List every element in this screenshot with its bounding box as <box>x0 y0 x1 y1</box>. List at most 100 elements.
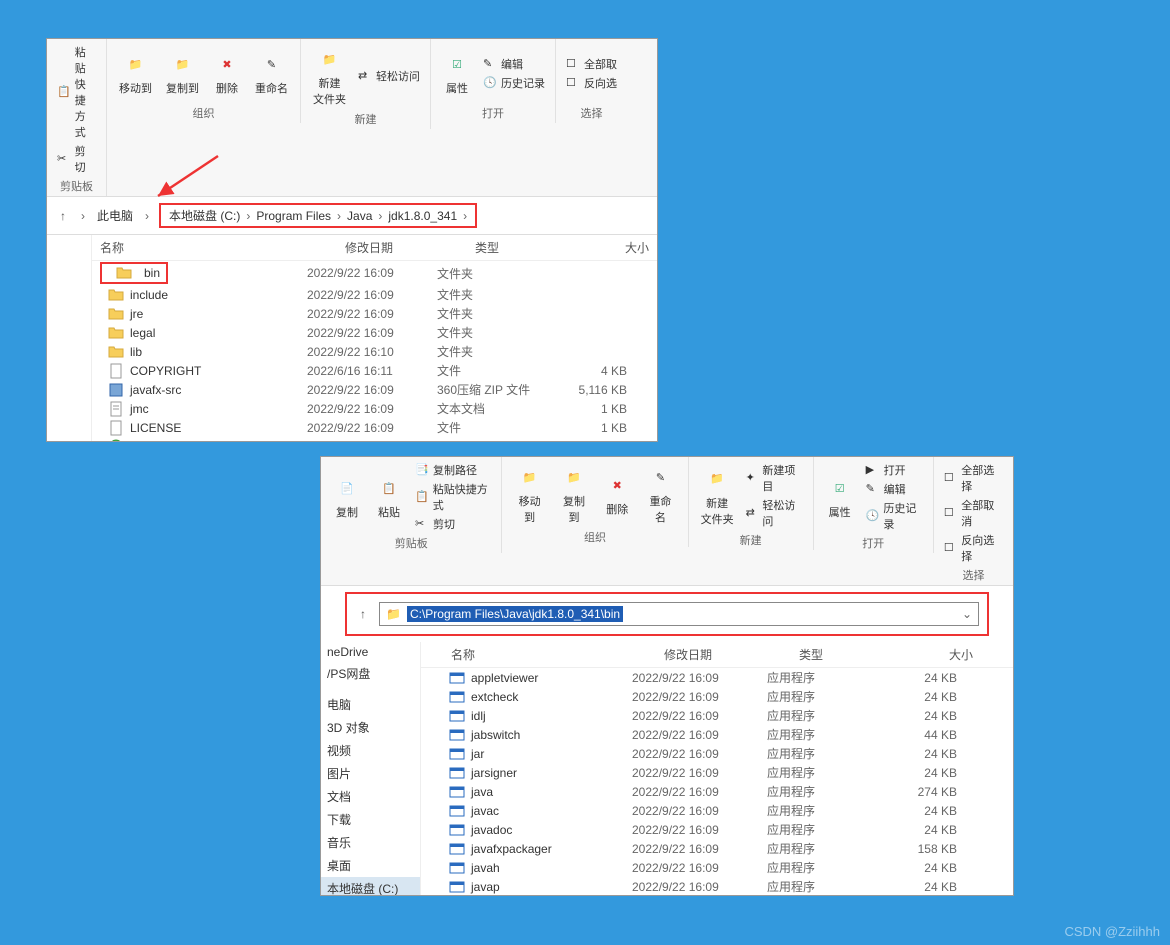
select-all-button[interactable]: ☐全部选择 <box>942 461 1005 495</box>
deselect-all-button[interactable]: ☐全部取消 <box>942 496 1005 530</box>
rename-button[interactable]: ✎重命名 <box>641 461 679 527</box>
file-row[interactable]: javap2022/9/22 16:09应用程序24 KB <box>421 877 1013 896</box>
paste-button[interactable]: 📋粘贴 <box>371 472 407 522</box>
breadcrumb-java[interactable]: Java <box>345 209 374 223</box>
up-arrow-icon[interactable]: ↑ <box>55 208 71 224</box>
col-date-header[interactable]: 修改日期 <box>337 239 467 256</box>
open-button[interactable]: ▶打开 <box>864 461 925 479</box>
delete-button[interactable]: ✖删除 <box>599 469 635 519</box>
file-row[interactable]: lib2022/9/22 16:10文件夹 <box>92 342 657 361</box>
nav-pictures[interactable]: 图片 <box>321 762 420 785</box>
file-row[interactable]: idlj2022/9/22 16:09应用程序24 KB <box>421 706 1013 725</box>
nav-video[interactable]: 视频 <box>321 739 420 762</box>
select-group-label: 选择 <box>564 105 619 121</box>
file-row[interactable]: COPYRIGHT2022/6/16 16:11文件4 KB <box>92 361 657 380</box>
paste-label: 粘贴 <box>378 504 400 520</box>
nav-wps[interactable]: /PS网盘 <box>321 662 420 685</box>
up-arrow-icon[interactable]: ↑ <box>355 606 371 622</box>
breadcrumb-jdk[interactable]: jdk1.8.0_341 <box>386 209 459 223</box>
nav-downloads[interactable]: 下载 <box>321 808 420 831</box>
history-button[interactable]: 🕓历史记录 <box>481 74 547 92</box>
paste-shortcut-button[interactable]: 📋粘贴快捷方式 <box>413 480 493 514</box>
file-row[interactable]: include2022/9/22 16:09文件夹 <box>92 285 657 304</box>
address-input[interactable]: 📁 C:\Program Files\Java\jdk1.8.0_341\bin… <box>379 602 979 626</box>
breadcrumb-pf[interactable]: Program Files <box>254 209 333 223</box>
clipboard-group-label: 剪贴板 <box>329 535 493 551</box>
address-bar: ↑ › 此电脑 › 本地磁盘 (C:) › Program Files › Ja… <box>47 197 657 235</box>
new-folder-button[interactable]: 📁新建 文件夹 <box>697 463 738 529</box>
nav-drive-c[interactable]: 本地磁盘 (C:) <box>321 877 420 896</box>
breadcrumb-drive[interactable]: 本地磁盘 (C:) <box>167 207 242 224</box>
move-to-button[interactable]: 📁移动到 <box>115 48 156 98</box>
file-row[interactable]: appletviewer2022/9/22 16:09应用程序24 KB <box>421 668 1013 687</box>
copy-label: 复制 <box>336 504 358 520</box>
move-to-button[interactable]: 📁移动到 <box>510 461 548 527</box>
edit-button[interactable]: ✎编辑 <box>481 55 547 73</box>
file-row[interactable]: bin2022/9/22 16:09文件夹 <box>92 261 657 285</box>
invert-sel-button[interactable]: ☐反向选择 <box>942 531 1005 565</box>
nav-pc[interactable]: 电脑 <box>321 693 420 716</box>
col-name-header[interactable]: 名称 <box>92 239 337 256</box>
copy-to-button[interactable]: 📁复制到 <box>555 461 593 527</box>
breadcrumb-pc[interactable]: 此电脑 <box>95 207 135 224</box>
copy-path-button[interactable]: 📑复制路径 <box>413 461 493 479</box>
easy-access-button[interactable]: ⇄轻松访问 <box>356 67 422 85</box>
file-row[interactable]: README2022/9/22 16:09360 se HTML Do...1 … <box>92 437 657 442</box>
file-row[interactable]: javafxpackager2022/9/22 16:09应用程序158 KB <box>421 839 1013 858</box>
file-row[interactable]: javadoc2022/9/22 16:09应用程序24 KB <box>421 820 1013 839</box>
nav-3d[interactable]: 3D 对象 <box>321 716 420 739</box>
file-row[interactable]: java2022/9/22 16:09应用程序274 KB <box>421 782 1013 801</box>
col-size-header[interactable]: 大小 <box>587 239 657 256</box>
file-row[interactable]: jabswitch2022/9/22 16:09应用程序44 KB <box>421 725 1013 744</box>
col-date-header[interactable]: 修改日期 <box>656 646 791 663</box>
chevron-down-icon[interactable]: ⌄ <box>962 607 972 621</box>
explorer-window-2: 📄复制 📋粘贴 📑复制路径 📋粘贴快捷方式 ✂剪切 剪贴板 📁移动到 📁复制到 … <box>320 456 1014 896</box>
file-row[interactable]: jmc2022/9/22 16:09文本文档1 KB <box>92 399 657 418</box>
history-button[interactable]: 🕓历史记录 <box>864 499 925 533</box>
copy-to-label: 复制到 <box>166 80 199 96</box>
new-item-button[interactable]: ✦新建项目 <box>744 461 805 495</box>
file-row[interactable]: LICENSE2022/9/22 16:09文件1 KB <box>92 418 657 437</box>
properties-button[interactable]: ☑属性 <box>439 48 475 98</box>
nav-music[interactable]: 音乐 <box>321 831 420 854</box>
nav-tree: neDrive /PS网盘 电脑 3D 对象 视频 图片 文档 下载 音乐 桌面… <box>321 642 421 896</box>
delete-button[interactable]: ✖删除 <box>209 48 245 98</box>
rename-label: 重命名 <box>255 80 288 96</box>
file-row[interactable]: javac2022/9/22 16:09应用程序24 KB <box>421 801 1013 820</box>
rename-button[interactable]: ✎重命名 <box>251 48 292 98</box>
clipboard-group-label: 剪贴板 <box>55 178 98 194</box>
invert-sel-button[interactable]: ☐反向选 <box>564 74 619 92</box>
col-type-header[interactable]: 类型 <box>467 239 587 256</box>
organize-group-label: 组织 <box>115 105 292 121</box>
col-size-header[interactable]: 大小 <box>901 646 981 663</box>
cut-button[interactable]: ✂剪切 <box>55 142 98 176</box>
paste-shortcut-button[interactable]: 📋粘贴快捷方式 <box>55 43 98 141</box>
new-folder-button[interactable]: 📁新建 文件夹 <box>309 43 350 109</box>
file-row[interactable]: jre2022/9/22 16:09文件夹 <box>92 304 657 323</box>
move-to-label: 移动到 <box>119 80 152 96</box>
easy-access-button[interactable]: ⇄轻松访问 <box>744 496 805 530</box>
nav-onedrive[interactable]: neDrive <box>321 642 420 662</box>
nav-docs[interactable]: 文档 <box>321 785 420 808</box>
file-list: bin2022/9/22 16:09文件夹include2022/9/22 16… <box>92 261 657 442</box>
column-headers: 名称 修改日期 类型 大小 <box>421 642 1013 668</box>
col-type-header[interactable]: 类型 <box>791 646 901 663</box>
file-row[interactable]: javah2022/9/22 16:09应用程序24 KB <box>421 858 1013 877</box>
file-row[interactable]: javafx-src2022/9/22 16:09360压缩 ZIP 文件5,1… <box>92 380 657 399</box>
address-path-text: C:\Program Files\Java\jdk1.8.0_341\bin <box>407 606 623 622</box>
file-row[interactable]: extcheck2022/9/22 16:09应用程序24 KB <box>421 687 1013 706</box>
edit-label: 编辑 <box>501 56 523 72</box>
copy-button[interactable]: 📄复制 <box>329 472 365 522</box>
address-bar-highlighted: ↑ 📁 C:\Program Files\Java\jdk1.8.0_341\b… <box>345 592 989 636</box>
col-name-header[interactable]: 名称 <box>421 646 656 663</box>
properties-button[interactable]: ☑属性 <box>822 472 858 522</box>
select-all-button[interactable]: ☐全部取 <box>564 55 619 73</box>
file-row[interactable]: legal2022/9/22 16:09文件夹 <box>92 323 657 342</box>
cut-button[interactable]: ✂剪切 <box>413 515 493 533</box>
file-row[interactable]: jarsigner2022/9/22 16:09应用程序24 KB <box>421 763 1013 782</box>
easy-access-label: 轻松访问 <box>376 68 420 84</box>
nav-desktop[interactable]: 桌面 <box>321 854 420 877</box>
file-row[interactable]: jar2022/9/22 16:09应用程序24 KB <box>421 744 1013 763</box>
copy-to-button[interactable]: 📁复制到 <box>162 48 203 98</box>
edit-button[interactable]: ✎编辑 <box>864 480 925 498</box>
